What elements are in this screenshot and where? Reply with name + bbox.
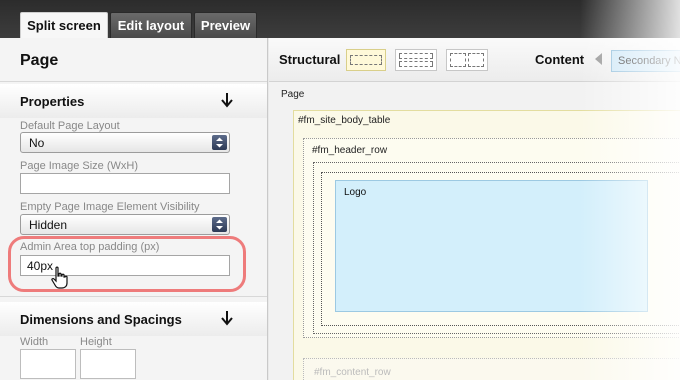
top-tab-bar: Split screen Edit layout Preview — [0, 0, 680, 38]
properties-panel: Page Properties Default Page Layout No P… — [0, 38, 268, 380]
field-label-image-visibility: Empty Page Image Element Visibility — [20, 201, 200, 213]
tab-edit-layout[interactable]: Edit layout — [110, 12, 192, 38]
arrow-down-icon[interactable] — [220, 310, 234, 326]
page-label: Page — [281, 89, 305, 100]
content-label: Content — [535, 52, 585, 67]
default-layout-select[interactable]: No — [20, 132, 230, 153]
hand-cursor-icon — [51, 266, 68, 289]
content-row-label: #fm_content_row — [314, 367, 391, 378]
divider — [0, 81, 267, 82]
select-value: Hidden — [29, 218, 68, 232]
arrow-down-icon[interactable] — [220, 92, 234, 108]
properties-section-header[interactable]: Properties — [0, 84, 267, 118]
layout-two-columns[interactable] — [446, 49, 488, 71]
layout-toolbar: Structural Content Secondary N — [269, 38, 680, 82]
height-input[interactable] — [80, 349, 136, 379]
panel-title: Page — [20, 52, 59, 69]
divider — [0, 296, 267, 297]
width-label: Width — [20, 336, 49, 348]
dimensions-section-header[interactable]: Dimensions and Spacings — [0, 302, 267, 336]
height-label: Height — [80, 336, 112, 348]
properties-title: Properties — [20, 94, 85, 109]
field-label-default-layout: Default Page Layout — [20, 120, 120, 132]
tab-preview[interactable]: Preview — [194, 12, 257, 38]
logo-element[interactable]: Logo — [335, 180, 648, 312]
dimensions-title: Dimensions and Spacings — [20, 312, 182, 327]
tab-split-screen[interactable]: Split screen — [20, 12, 108, 38]
header-row-label: #fm_header_row — [312, 145, 388, 156]
structural-label: Structural — [279, 52, 341, 67]
image-size-input[interactable] — [20, 173, 230, 194]
field-label-image-size: Page Image Size (WxH) — [20, 160, 138, 172]
layout-two-rows[interactable] — [395, 49, 437, 71]
updown-arrows-icon — [212, 217, 227, 232]
width-input[interactable] — [20, 349, 76, 379]
body-table-label: #fm_site_body_table — [298, 115, 391, 126]
select-value: No — [29, 136, 45, 150]
layout-workspace: Structural Content Secondary N Page #fm_… — [269, 38, 680, 380]
secondary-nav-button[interactable]: Secondary N — [611, 50, 680, 72]
caret-left-icon[interactable] — [595, 53, 602, 65]
field-label-top-padding: Admin Area top padding (px) — [20, 241, 160, 253]
content-row[interactable]: #fm_content_row — [303, 358, 680, 380]
updown-arrows-icon — [212, 135, 227, 150]
logo-label: Logo — [344, 187, 367, 198]
image-visibility-select[interactable]: Hidden — [20, 214, 230, 235]
layout-single-row[interactable] — [346, 49, 386, 71]
